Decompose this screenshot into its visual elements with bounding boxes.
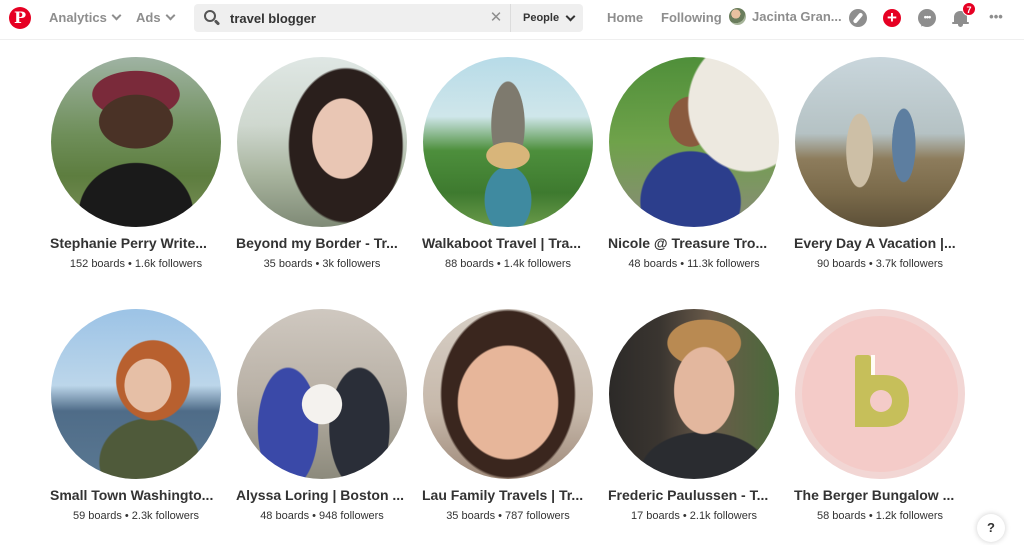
ads-dropdown[interactable]: Ads — [136, 10, 176, 26]
profile-name: Jacinta Gran... — [752, 9, 842, 24]
profile-photo[interactable] — [51, 309, 221, 479]
board-count: 35 boards — [446, 510, 496, 522]
search-bar: ✕ People — [194, 4, 583, 32]
person-stats: 48 boards • 948 followers — [237, 510, 407, 522]
search-scope-dropdown[interactable]: People — [512, 4, 583, 32]
profile-photo[interactable] — [237, 57, 407, 227]
chat-icon[interactable]: ••• — [918, 9, 936, 29]
person-stats: 90 boards • 3.7k followers — [795, 258, 965, 270]
person-name[interactable]: Frederic Paulussen - T... — [608, 487, 794, 503]
stats-separator: • — [124, 510, 129, 522]
search-scope-label: People — [523, 12, 560, 24]
following-link[interactable]: Following — [661, 10, 722, 26]
person-name[interactable]: Stephanie Perry Write... — [50, 235, 236, 251]
profile-photo[interactable] — [795, 57, 965, 227]
person-name[interactable]: Every Day A Vacation |... — [794, 235, 980, 251]
top-navigation-bar: P Analytics Ads ✕ People Home Following … — [0, 0, 1024, 40]
follower-count: 1.6k followers — [134, 258, 203, 270]
person-stats: 152 boards • 1.6k followers — [51, 258, 221, 270]
search-input[interactable] — [230, 9, 480, 27]
stats-separator: • — [868, 510, 873, 522]
board-count: 88 boards — [444, 258, 494, 270]
pinterest-logo-icon[interactable]: P — [9, 7, 31, 29]
follower-count: 11.3k followers — [687, 258, 760, 270]
profile-photo[interactable] — [423, 57, 593, 227]
person-name[interactable]: Alyssa Loring | Boston ... — [236, 487, 422, 503]
stats-separator: • — [498, 510, 502, 522]
follower-count: 2.3k followers — [131, 510, 200, 522]
person-name[interactable]: Beyond my Border - Tr... — [236, 235, 422, 251]
follower-count: 948 followers — [318, 510, 384, 522]
follower-count: 1.2k followers — [875, 510, 944, 522]
profile-photo[interactable] — [423, 309, 593, 479]
person-name[interactable]: Nicole @ Treasure Tro... — [608, 235, 794, 251]
person-stats: 59 boards • 2.3k followers — [51, 510, 221, 522]
profile-photo[interactable] — [237, 309, 407, 479]
board-count: 48 boards — [628, 258, 678, 270]
stats-separator: • — [312, 510, 316, 522]
person-stats: 35 boards • 3k followers — [237, 258, 407, 270]
person-name[interactable]: The Berger Bungalow ... — [794, 487, 980, 503]
berger-bungalow-logo — [802, 316, 958, 472]
board-count: 48 boards — [260, 510, 310, 522]
logo-letter: P — [13, 8, 27, 27]
chevron-down-icon — [165, 10, 176, 21]
board-count: 35 boards — [263, 258, 313, 270]
stats-separator: • — [682, 510, 687, 522]
analytics-label: Analytics — [49, 10, 107, 25]
person-stats: 58 boards • 1.2k followers — [795, 510, 965, 522]
avatar — [729, 8, 746, 25]
person-name[interactable]: Lau Family Travels | Tr... — [422, 487, 608, 503]
stats-separator: • — [680, 258, 685, 270]
stats-separator: • — [868, 258, 873, 270]
follower-count: 2.1k followers — [689, 510, 758, 522]
follower-count: 787 followers — [504, 510, 570, 522]
board-count: 152 boards — [69, 258, 125, 270]
person-name[interactable]: Walkaboot Travel | Tra... — [422, 235, 608, 251]
person-name[interactable]: Small Town Washingto... — [50, 487, 236, 503]
board-count: 90 boards — [816, 258, 866, 270]
compass-icon[interactable] — [849, 9, 867, 27]
chevron-down-icon — [111, 10, 122, 21]
home-link[interactable]: Home — [607, 10, 643, 26]
stats-separator: • — [315, 258, 320, 270]
follower-count: 3k followers — [322, 258, 381, 270]
profile-photo[interactable] — [795, 309, 965, 479]
close-icon[interactable]: ✕ — [489, 10, 503, 26]
stats-separator: • — [127, 258, 132, 270]
follower-count: 1.4k followers — [503, 258, 572, 270]
person-stats: 35 boards • 787 followers — [423, 510, 593, 522]
person-stats: 17 boards • 2.1k followers — [609, 510, 779, 522]
search-icon — [204, 10, 221, 26]
stats-separator: • — [496, 258, 501, 270]
ads-label: Ads — [136, 10, 161, 25]
plus-icon[interactable]: + — [883, 9, 901, 27]
board-count: 59 boards — [72, 510, 122, 522]
person-stats: 48 boards • 11.3k followers — [609, 258, 779, 270]
profile-photo[interactable] — [609, 57, 779, 227]
follower-count: 3.7k followers — [875, 258, 944, 270]
profile-photo[interactable] — [609, 309, 779, 479]
chevron-down-icon — [565, 11, 576, 22]
person-stats: 88 boards • 1.4k followers — [423, 258, 593, 270]
profile-photo[interactable] — [51, 57, 221, 227]
search-divider — [510, 4, 511, 32]
analytics-dropdown[interactable]: Analytics — [49, 10, 122, 26]
board-count: 58 boards — [816, 510, 866, 522]
help-button[interactable]: ? — [977, 514, 1005, 542]
more-icon[interactable]: ••• — [986, 8, 1006, 26]
notification-count-badge: 7 — [962, 2, 976, 16]
board-count: 17 boards — [630, 510, 680, 522]
